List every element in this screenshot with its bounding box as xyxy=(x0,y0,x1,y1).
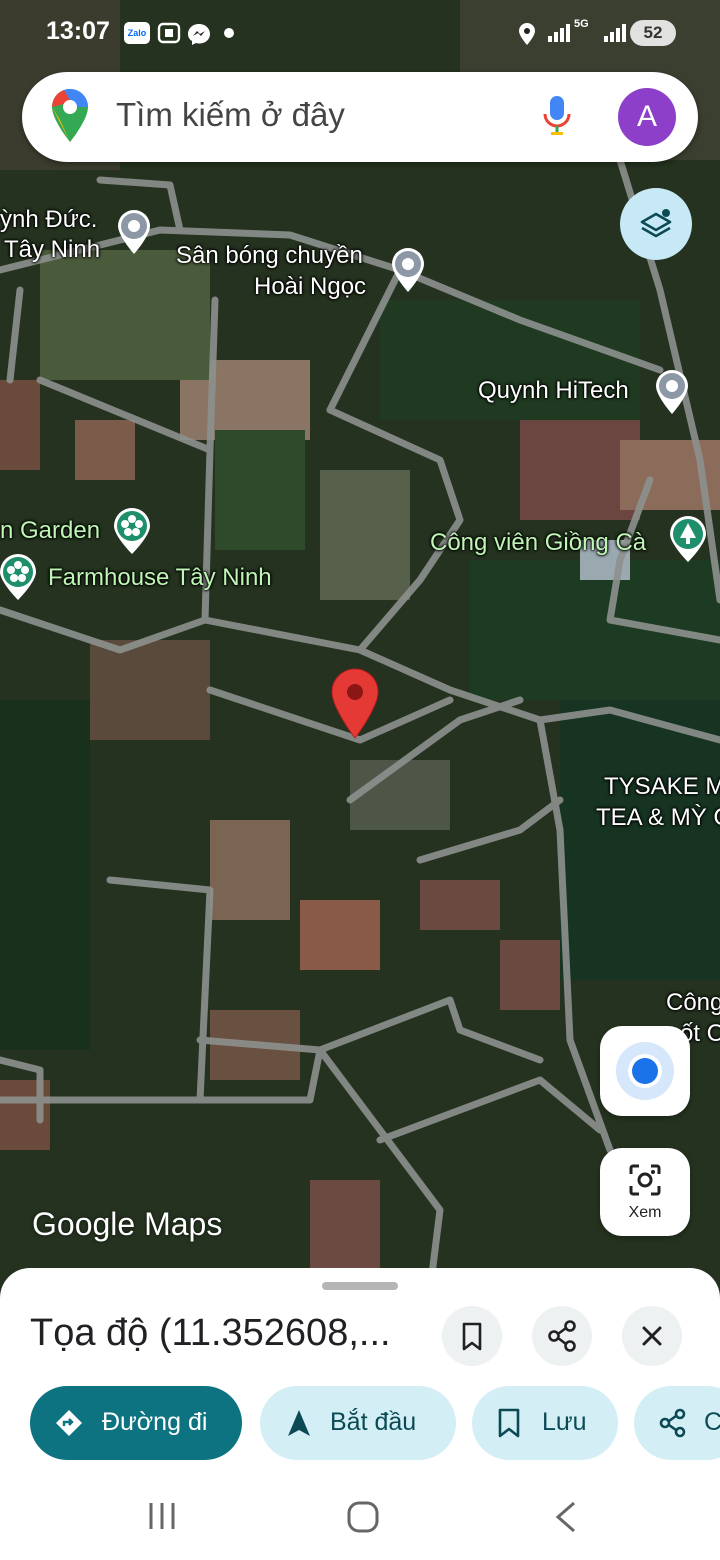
camera-lens-icon xyxy=(627,1162,663,1203)
signal-icon-2 xyxy=(602,22,628,44)
lens-view-label: Xem xyxy=(628,1204,662,1221)
search-bar[interactable]: Tìm kiếm ở đây A xyxy=(22,72,698,162)
poi-label-san-bong[interactable]: Sân bóng chuyền xyxy=(176,241,363,271)
poi-label-tysake[interactable]: TYSAKE M xyxy=(604,772,720,802)
start-label: Bắt đầu xyxy=(330,1408,417,1436)
dot-icon xyxy=(224,28,234,38)
share-icon xyxy=(548,1320,576,1352)
microphone-icon[interactable] xyxy=(542,94,572,145)
directions-label: Đường đi xyxy=(102,1408,208,1436)
poi-label-cong-vien[interactable]: Công viên Giồng Cà xyxy=(430,528,646,558)
bookmark-icon xyxy=(498,1408,520,1438)
save-button[interactable]: Lưu xyxy=(472,1386,618,1460)
poi-label-farmhouse[interactable]: Farmhouse Tây Ninh xyxy=(48,563,272,593)
place-title: Tọa độ (11.352608,... xyxy=(30,1312,391,1354)
status-time: 13:07 xyxy=(46,17,110,45)
flower-pin-icon[interactable] xyxy=(110,506,150,554)
poi-pin-icon[interactable] xyxy=(114,208,154,256)
dropped-pin-icon[interactable] xyxy=(330,668,380,740)
close-button[interactable] xyxy=(622,1306,682,1366)
share-icon-button[interactable] xyxy=(532,1306,592,1366)
screenshot-icon xyxy=(156,22,182,44)
poi-pin-icon[interactable] xyxy=(388,246,428,294)
home-button[interactable] xyxy=(346,1500,380,1539)
poi-label-quynh-duc-line2[interactable]: Tây Ninh xyxy=(4,235,100,265)
search-input[interactable]: Tìm kiếm ở đây xyxy=(116,96,345,134)
poi-label-quynh-hitech[interactable]: Quynh HiTech xyxy=(478,376,629,406)
poi-label-cong[interactable]: Công xyxy=(666,988,720,1018)
google-maps-logo: Google Maps xyxy=(32,1206,223,1242)
directions-button[interactable]: Đường đi xyxy=(30,1386,242,1460)
poi-label-garden[interactable]: n Garden xyxy=(0,516,100,546)
lens-view-button[interactable]: Xem xyxy=(600,1148,690,1236)
zalo-icon: Zalo xyxy=(124,22,150,44)
location-dot-icon xyxy=(632,1058,658,1084)
poi-pin-icon[interactable] xyxy=(652,368,692,416)
share-label: C xyxy=(704,1408,720,1436)
back-button[interactable] xyxy=(552,1500,580,1539)
start-button[interactable]: Bắt đầu xyxy=(260,1386,456,1460)
google-maps-pin-icon xyxy=(50,88,90,149)
save-label: Lưu xyxy=(542,1408,587,1436)
close-icon xyxy=(642,1326,662,1346)
tree-pin-icon[interactable] xyxy=(666,514,706,562)
back-icon xyxy=(555,1501,575,1533)
navigation-arrow-icon xyxy=(288,1410,310,1436)
avatar[interactable]: A xyxy=(618,88,676,146)
system-nav-bar xyxy=(0,1470,720,1560)
save-icon-button[interactable] xyxy=(442,1306,502,1366)
flower-pin-icon[interactable] xyxy=(0,552,40,600)
share-button[interactable]: C xyxy=(634,1386,720,1460)
bookmark-icon xyxy=(462,1322,482,1351)
poi-label-quynh-duc[interactable]: ỳnh Đức. xyxy=(0,205,97,235)
layers-icon xyxy=(638,206,674,247)
status-bar: 13:07 Zalo 5G 52 xyxy=(0,0,720,64)
directions-icon xyxy=(56,1410,82,1436)
layers-button[interactable] xyxy=(620,188,692,260)
poi-label-tysake-line2[interactable]: TEA & MỲ C xyxy=(596,803,720,833)
share-icon xyxy=(659,1408,686,1438)
drag-handle[interactable] xyxy=(322,1282,398,1290)
my-location-button[interactable] xyxy=(600,1026,690,1116)
battery-indicator: 52 xyxy=(630,20,676,46)
signal-icon xyxy=(546,22,572,44)
recent-apps-button[interactable] xyxy=(146,1500,178,1537)
network-5g-label: 5G xyxy=(574,18,589,30)
poi-label-san-bong-line2[interactable]: Hoài Ngọc xyxy=(254,272,366,302)
location-icon xyxy=(516,22,542,45)
recent-apps-icon xyxy=(149,1503,175,1529)
messenger-icon xyxy=(186,22,212,45)
home-icon xyxy=(347,1501,379,1533)
